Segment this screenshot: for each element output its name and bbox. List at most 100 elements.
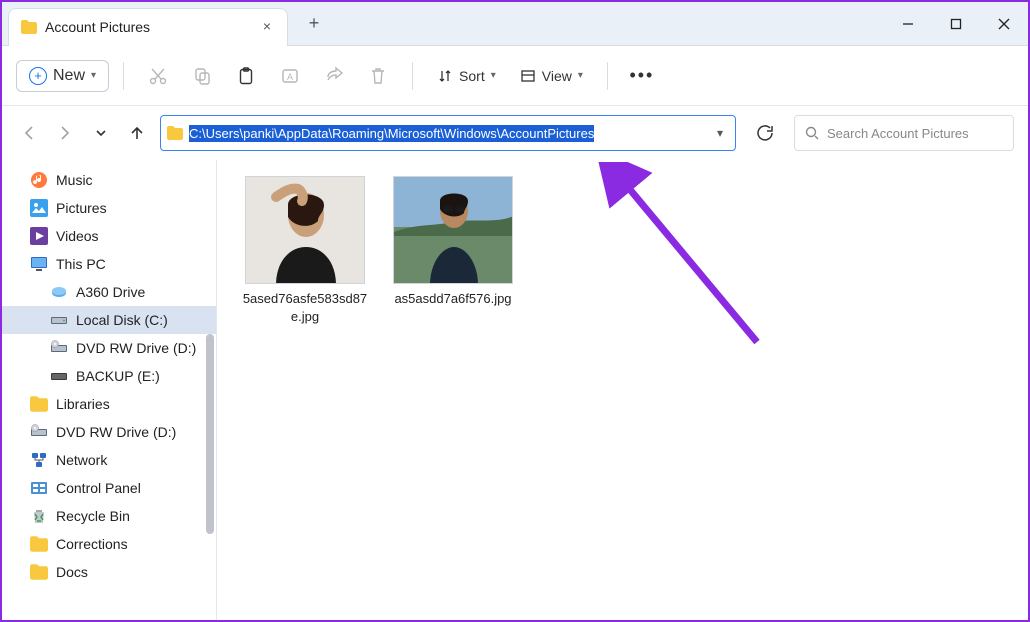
file-thumbnail [393,176,513,284]
copy-button [182,57,222,95]
new-button[interactable]: + New ▾ [16,60,109,92]
more-button[interactable]: ••• [622,57,662,95]
folder-icon [30,395,48,413]
main-area: Music Pictures Videos This PC A360 Drive Loca… [2,160,1028,620]
tab-current[interactable]: Account Pictures × [8,8,288,46]
file-name: 5ased76asfe583sd87e.jpg [241,290,369,325]
sidebar-item-label: Control Panel [56,480,141,496]
sidebar-item-a360-drive[interactable]: A360 Drive [2,278,216,306]
sidebar-item-backup-e-[interactable]: BACKUP (E:) [2,362,216,390]
sort-icon [437,68,453,84]
share-button [314,57,354,95]
controlpanel-icon [30,479,48,497]
sidebar-item-this-pc[interactable]: This PC [2,250,216,278]
sidebar-item-control-panel[interactable]: Control Panel [2,474,216,502]
title-bar: Account Pictures × + [2,2,1028,46]
file-name: as5asdd7a6f576.jpg [389,290,517,308]
folder-icon [30,535,48,553]
sidebar-item-recycle-bin[interactable]: Recycle Bin [2,502,216,530]
separator [123,62,124,90]
address-history-dropdown[interactable]: ▾ [711,126,729,140]
sidebar-item-label: This PC [56,256,106,272]
plus-circle-icon: + [29,67,47,85]
paste-button[interactable] [226,57,266,95]
window-controls [884,2,1028,46]
sidebar-item-label: Videos [56,228,99,244]
sidebar-item-label: Libraries [56,396,110,412]
back-button[interactable] [16,120,42,146]
sidebar-item-label: Pictures [56,200,107,216]
toolbar: + New ▾ A Sort ▾ View ▾ ••• [2,46,1028,106]
sidebar-item-label: Network [56,452,107,468]
close-tab-icon[interactable]: × [259,19,275,35]
rename-button: A [270,57,310,95]
folder-icon [21,20,37,34]
up-button[interactable] [124,120,150,146]
maximize-button[interactable] [932,2,980,46]
sidebar-item-videos[interactable]: Videos [2,222,216,250]
sidebar-item-label: Corrections [56,536,128,552]
file-item[interactable]: as5asdd7a6f576.jpg [389,176,517,308]
separator [607,62,608,90]
address-path[interactable]: C:\Users\panki\AppData\Roaming\Microsoft… [189,125,594,142]
sidebar-item-label: Music [56,172,93,188]
chevron-down-icon: ▾ [578,70,583,81]
backup-icon [50,367,68,385]
sidebar-item-label: DVD RW Drive (D:) [76,340,196,356]
folder-icon [167,126,183,140]
sidebar-item-dvd-rw-drive-d-[interactable]: DVD RW Drive (D:) [2,334,216,362]
sidebar-item-label: Local Disk (C:) [76,312,168,328]
new-button-label: New [53,67,85,85]
network-icon [30,451,48,469]
file-content-area[interactable]: 5ased76asfe583sd87e.jpg as5asdd7a6f576.jp… [217,160,1028,620]
minimize-button[interactable] [884,2,932,46]
search-input[interactable]: Search Account Pictures [794,115,1014,151]
recent-button[interactable] [88,120,114,146]
svg-text:A: A [287,72,293,82]
thispc-icon [30,255,48,273]
cut-button [138,57,178,95]
dvd-icon [50,339,68,357]
sidebar-item-local-disk-c-[interactable]: Local Disk (C:) [2,306,216,334]
sidebar-item-label: A360 Drive [76,284,145,300]
pictures-icon [30,199,48,217]
sidebar-item-network[interactable]: Network [2,446,216,474]
recycle-icon [30,507,48,525]
sort-button[interactable]: Sort ▾ [427,62,506,90]
sidebar-item-label: Recycle Bin [56,508,130,524]
search-placeholder: Search Account Pictures [827,126,969,141]
separator [412,62,413,90]
sidebar-item-pictures[interactable]: Pictures [2,194,216,222]
a360-icon [50,283,68,301]
sidebar-item-music[interactable]: Music [2,166,216,194]
view-button[interactable]: View ▾ [510,62,593,90]
forward-button[interactable] [52,120,78,146]
sidebar-item-label: Docs [56,564,88,580]
chevron-down-icon: ▾ [91,70,96,81]
address-bar[interactable]: C:\Users\panki\AppData\Roaming\Microsoft… [160,115,736,151]
tab-title: Account Pictures [45,19,251,35]
view-label: View [542,68,572,84]
sidebar-item-label: BACKUP (E:) [76,368,160,384]
view-icon [520,68,536,84]
close-window-button[interactable] [980,2,1028,46]
chevron-down-icon: ▾ [491,70,496,81]
sidebar-item-libraries[interactable]: Libraries [2,390,216,418]
search-icon [805,126,819,140]
sidebar-item-label: DVD RW Drive (D:) [56,424,176,440]
sort-label: Sort [459,68,485,84]
sidebar-item-corrections[interactable]: Corrections [2,530,216,558]
delete-button [358,57,398,95]
music-icon [30,171,48,189]
scrollbar-thumb[interactable] [206,334,214,534]
refresh-button[interactable] [746,115,784,151]
dvd-icon [30,423,48,441]
address-row: C:\Users\panki\AppData\Roaming\Microsoft… [2,106,1028,160]
sidebar-item-dvd-rw-drive-d-[interactable]: DVD RW Drive (D:) [2,418,216,446]
file-item[interactable]: 5ased76asfe583sd87e.jpg [241,176,369,325]
videos-icon [30,227,48,245]
folder-icon [30,563,48,581]
localdisk-icon [50,311,68,329]
sidebar-item-docs[interactable]: Docs [2,558,216,586]
new-tab-button[interactable]: + [296,6,332,42]
